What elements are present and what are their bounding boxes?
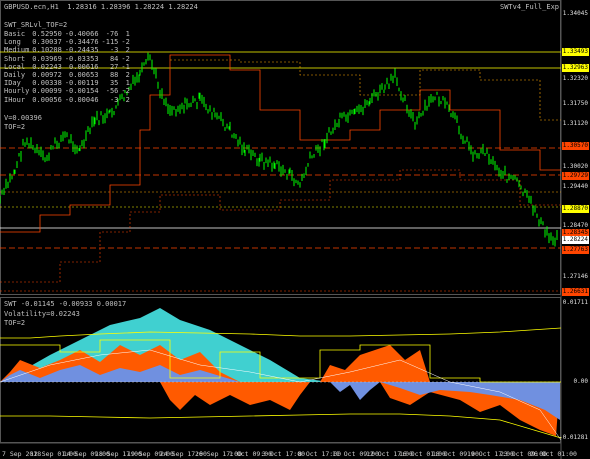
osc-scale-top: 0.01711: [562, 299, 588, 306]
stats-cell-v4: 2: [125, 46, 130, 55]
stats-table: Basic 0.52950 -0.40066 -76 1 Long 0.30037 -0.34…: [4, 30, 133, 104]
price-scale-label: 1.27146: [562, 273, 588, 280]
stats-cell-v2: -0.24435: [64, 46, 99, 55]
stats-cell-v2: -0.40066: [64, 30, 99, 38]
stats-cell-v2: 0.00616: [69, 62, 99, 71]
stats-cell-v4: -1: [121, 62, 130, 71]
indicator-name: SWTv4_Full_Exp: [500, 3, 560, 11]
stats-cell-label: Basic: [4, 30, 26, 38]
price-scale-label: 1.30020: [562, 163, 588, 170]
oscillator-histogram: [0, 308, 562, 441]
osc-scale-bottom: -0.01281: [559, 434, 588, 441]
price-scale-label: 1.27763: [561, 246, 589, 254]
price-scale-label: 1.31120: [562, 120, 588, 127]
stats-cell-v2: -0.00046: [64, 95, 99, 104]
stats-row: Daily 0.00972 0.00653 88 2: [4, 71, 133, 79]
stats-row: Long 0.30037 -0.34476 -115 -2: [4, 38, 133, 46]
stats-cell-v1: 0.10208: [32, 46, 62, 55]
price-scale-label: 1.26631: [561, 288, 589, 296]
price-scale-label: 1.30570: [561, 142, 589, 150]
tof-value: TOF=2: [4, 123, 26, 131]
stats-cell-v1: 0.02243: [32, 62, 62, 71]
stats-cell-v3: -3: [109, 95, 119, 104]
oscillator-title: SWT -0.01145 -0.00933 0.00017: [4, 300, 127, 308]
stats-cell-v4: 1: [125, 79, 130, 88]
stats-cell-v3: -3: [109, 46, 119, 55]
oscillator-volatility: Volatility=0.02243: [4, 310, 80, 318]
price-scale-label: 1.32320: [562, 75, 588, 82]
stats-cell-v2: 0.00653: [69, 71, 99, 80]
stats-row: Medium 0.10208 -0.24435 -3 2: [4, 46, 133, 54]
stats-cell-v2: -0.00119: [64, 79, 99, 88]
stats-row: Hourly 0.00099 -0.00154 -56 -2: [4, 87, 133, 95]
v-value: V=0.00396: [4, 114, 42, 122]
oscillator-tof: TOF=2: [4, 319, 26, 327]
stats-cell-v4: -2: [121, 87, 130, 96]
stats-cell-v3: -76: [105, 30, 119, 38]
stats-cell-label: Medium: [4, 46, 30, 55]
stats-row: Short 0.03969 -0.03353 84 -2: [4, 55, 133, 63]
stats-cell-v1: 0.00972: [32, 71, 62, 80]
yellow-lower-band: [0, 413, 562, 439]
price-scale-label: 1.32963: [561, 64, 589, 72]
price-scale-label: 1.29440: [562, 183, 588, 190]
stats-row: IHour 0.00056 -0.00046 -3 2: [4, 96, 133, 104]
stats-cell-label: Local: [4, 62, 26, 71]
stats-cell-v2: -0.34476: [64, 38, 99, 47]
stats-cell-v1: 0.00338: [32, 79, 62, 88]
stats-cell-v1: 0.52950: [32, 30, 62, 38]
stats-cell-v4: 2: [125, 95, 130, 104]
stats-cell-v3: 35: [109, 79, 119, 88]
price-scale-label: 1.29729: [561, 172, 589, 180]
price-scale-label: 1.28224: [561, 236, 589, 244]
price-scale-label: 1.31750: [562, 100, 588, 107]
osc-scale-zero: 0.00: [573, 378, 588, 385]
symbol-info: GBPUSD.ecn,H1 1.28316 1.28396 1.28224 1.…: [4, 3, 198, 11]
stats-row: Local 0.02243 0.00616 27 -1: [4, 63, 133, 71]
stats-cell-v1: 0.30037: [32, 38, 62, 47]
stats-cell-v1: 0.00056: [32, 95, 62, 104]
stats-cell-v1: 0.03969: [32, 54, 62, 63]
stats-cell-v3: -56: [105, 87, 119, 96]
stats-cell-label: IHour: [4, 95, 26, 104]
stats-cell-v3: 84: [109, 54, 119, 63]
stats-cell-label: Daily: [4, 71, 26, 80]
time-scale-label: 26 Oct 01:00: [530, 450, 577, 458]
stats-cell-v2: -0.03353: [64, 54, 99, 63]
stats-cell-v4: -2: [121, 38, 130, 47]
stats-cell-v3: 27: [109, 62, 119, 71]
stats-cell-label: IDay: [4, 79, 21, 88]
stats-cell-v3: 88: [109, 71, 119, 80]
stats-cell-label: Hourly: [4, 87, 30, 96]
price-scale-label: 1.33493: [561, 48, 589, 56]
stats-cell-v4: 2: [125, 71, 130, 80]
price-scale-label: 1.34045: [562, 10, 588, 17]
stats-cell-label: Short: [4, 54, 26, 63]
stats-row: IDay 0.00338 -0.00119 35 1: [4, 79, 133, 87]
stats-cell-v4: 1: [125, 30, 130, 38]
stats-cell-v4: -2: [121, 54, 130, 63]
stats-cell-v3: -115: [101, 38, 119, 47]
yellow-upper-band: [0, 327, 562, 339]
indicator-title: SWT_SRLvl_TOF=2: [4, 21, 68, 29]
price-scale-label: 1.28870: [561, 205, 589, 213]
stats-cell-v1: 0.00099: [32, 87, 62, 96]
stats-cell-v2: -0.00154: [64, 87, 99, 96]
stats-cell-label: Long: [4, 38, 21, 47]
stats-row: Basic 0.52950 -0.40066 -76 1: [4, 30, 133, 38]
